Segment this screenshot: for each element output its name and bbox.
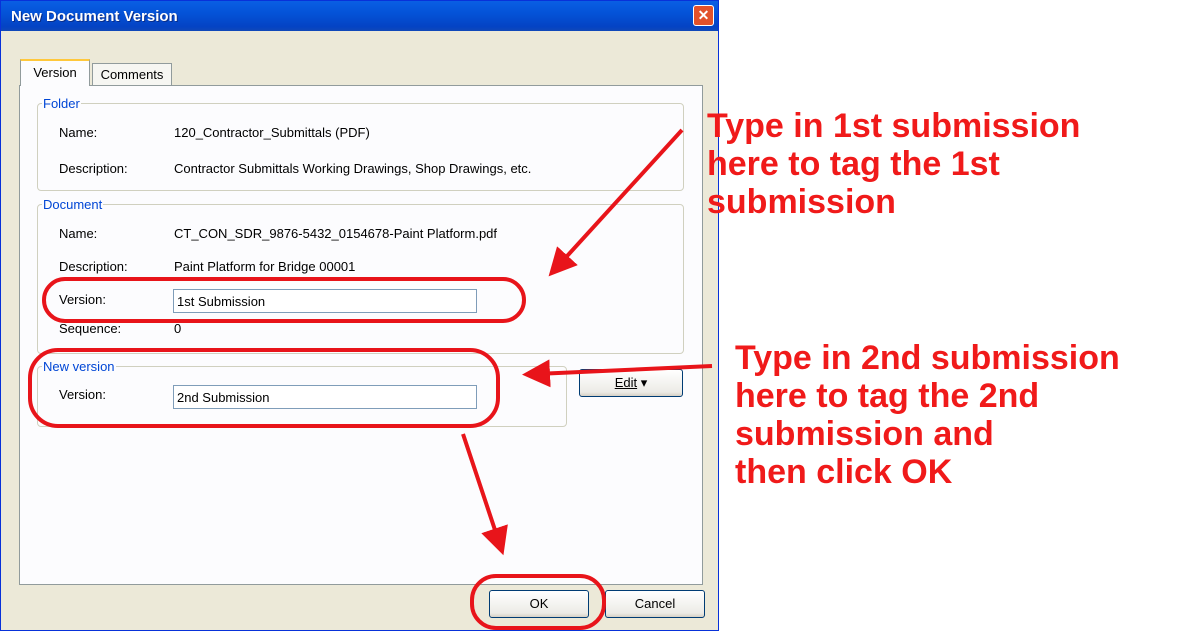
arrow-to-version-field [548, 128, 684, 277]
callout-second-line-3: submission and [735, 415, 994, 453]
callout-first-line-2: here to tag the 1st [707, 145, 1000, 183]
callout-second-line-4: then click OK [735, 453, 953, 491]
callout-second-line-2: here to tag the 2nd [735, 377, 1040, 415]
arrow-to-new-version-field [522, 359, 713, 388]
tab-version-label: Version [33, 65, 77, 80]
callout-second-submission: Type in 2nd submission here to tag the 2… [735, 339, 1120, 491]
callout-first-submission: Type in 1st submission here to tag the 1… [707, 107, 1080, 221]
annotation-arrows [461, 128, 713, 556]
callout-first-line-1: Type in 1st submission [707, 107, 1081, 145]
callout-second-line-1: Type in 2nd submission [735, 339, 1120, 377]
callout-first-line-3: submission [707, 183, 896, 221]
tab-version[interactable]: Version [20, 59, 90, 86]
arrow-to-ok-button [461, 433, 508, 556]
